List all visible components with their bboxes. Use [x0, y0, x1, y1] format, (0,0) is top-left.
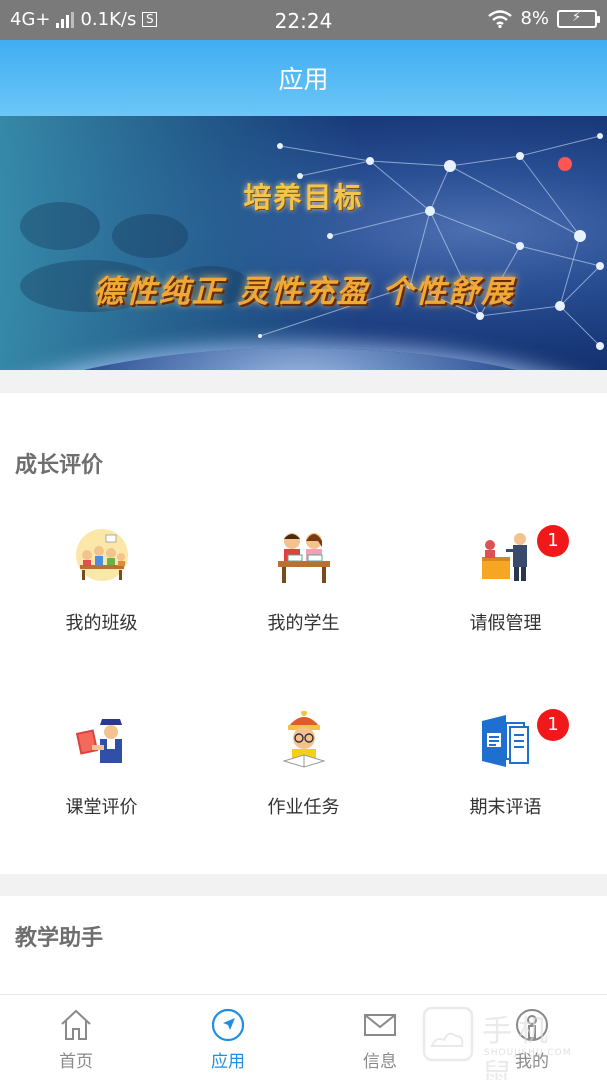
tile-label: 我的学生	[267, 613, 340, 634]
final-comments-tile[interactable]: 1 期末评语	[404, 709, 607, 861]
tab-apps[interactable]: 应用	[152, 995, 304, 1080]
notification-badge: 1	[537, 525, 569, 557]
teaching-assistant-section: 教学助手	[0, 896, 607, 994]
tile-label: 课堂评价	[65, 797, 138, 818]
homework-icon	[282, 711, 326, 768]
banner-title: 培养目标	[243, 181, 364, 214]
network-lines-graphic	[20, 133, 604, 350]
home-icon	[61, 1009, 91, 1040]
classroom-evaluation-tile[interactable]: 课堂评价	[0, 711, 203, 861]
leave-management-icon	[482, 533, 527, 581]
watermark-text: 手机鼠	[482, 1014, 554, 1080]
watermark-icon	[422, 1006, 474, 1062]
final-comments-icon	[482, 715, 529, 767]
homework-tile[interactable]: 作业任务	[202, 711, 405, 861]
banner-slogan: 德性纯正 灵性充盈 个性舒展	[92, 274, 515, 310]
tile-label: 作业任务	[267, 797, 340, 818]
mail-icon	[364, 1014, 396, 1036]
my-class-tile[interactable]: 我的班级	[0, 527, 203, 677]
banner-image[interactable]: 培养目标 德性纯正 灵性充盈 个性舒展	[0, 116, 607, 370]
tile-label: 请假管理	[469, 613, 542, 634]
growth-evaluation-section: 成长评价 我的班级 我的学生 1 请假管理 课堂评价 作业任务 1 期末评语	[0, 393, 607, 874]
watermark-domain: SHOUJISHU.COM	[484, 1048, 572, 1058]
my-students-tile[interactable]: 我的学生	[202, 527, 405, 677]
wifi-icon	[488, 9, 513, 28]
tile-label: 期末评语	[469, 797, 542, 818]
notification-badge: 1	[537, 709, 569, 741]
page-title: 应用	[278, 65, 329, 94]
app-header: 应用	[0, 40, 607, 116]
battery-percent: 8%	[520, 8, 549, 29]
tile-label: 我的班级	[65, 613, 138, 634]
tab-label: 应用	[211, 1052, 245, 1072]
status-bar: 4G+ 0.1K/s S 22:24 8% ⚡	[0, 0, 607, 40]
tab-label: 首页	[59, 1052, 93, 1072]
section-title: 教学助手	[15, 926, 104, 951]
tab-home[interactable]: 首页	[0, 995, 152, 1080]
class-icon	[76, 529, 128, 581]
navigation-icon	[211, 1008, 245, 1042]
leave-management-tile[interactable]: 1 请假管理	[404, 525, 607, 677]
classroom-evaluation-icon	[75, 719, 122, 763]
section-title: 成长评价	[15, 453, 104, 478]
students-icon	[278, 533, 330, 583]
watermark-logo: 手机鼠 SHOUJISHU.COM	[422, 1006, 582, 1080]
battery-icon: ⚡	[557, 9, 600, 28]
